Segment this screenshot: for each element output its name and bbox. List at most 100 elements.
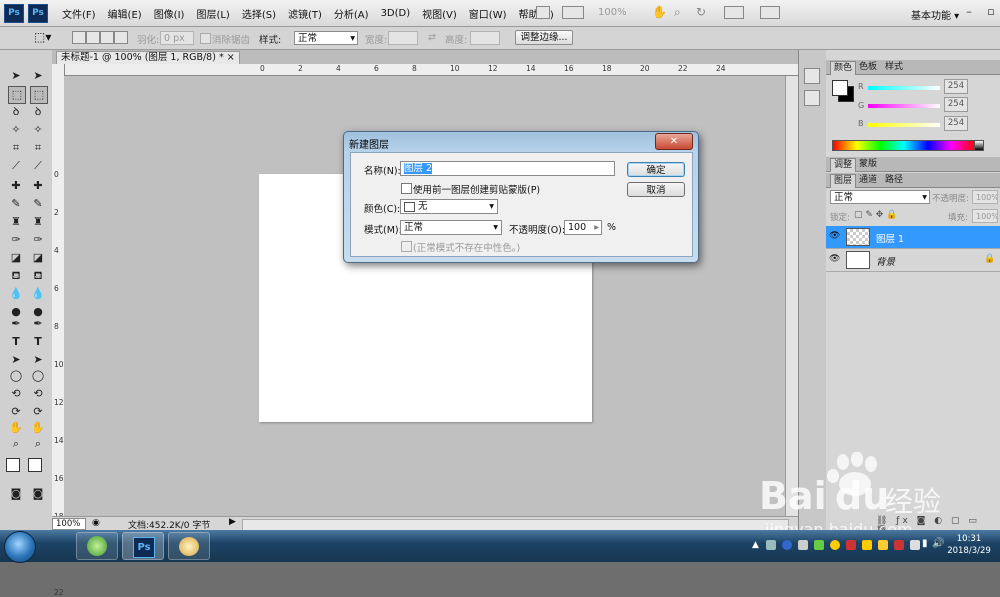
layer-name[interactable]: 图层 1 xyxy=(876,231,904,245)
layer-name[interactable]: 背景 xyxy=(876,254,895,268)
color-spectrum-bar[interactable] xyxy=(832,140,976,151)
foreground-color-swatch-alt[interactable] xyxy=(28,458,42,472)
hand-tool-icon[interactable]: ✋ xyxy=(8,420,24,436)
close-button[interactable]: ✕ xyxy=(655,133,693,150)
paint-bucket-tool-icon[interactable]: ⛾ xyxy=(8,268,24,284)
status-info-icon[interactable]: ◉ xyxy=(92,518,100,528)
3d-rotate-tool-icon[interactable]: ⟲ xyxy=(8,386,24,402)
hand-tool-alt-icon[interactable]: ✋ xyxy=(30,420,46,436)
photoshop-launch-button[interactable]: Ps xyxy=(28,4,48,23)
clipping-mask-checkbox[interactable] xyxy=(401,183,412,194)
taskbar-paint-button[interactable] xyxy=(168,532,210,560)
close-tab-icon[interactable]: × xyxy=(227,52,235,63)
tab-styles[interactable]: 样式 xyxy=(882,61,906,74)
eyedropper-tool-alt-icon[interactable]: ⟋ xyxy=(30,158,46,174)
type-tool-icon[interactable]: T xyxy=(8,334,24,350)
visibility-eye-icon[interactable]: 👁 xyxy=(829,231,840,241)
arrange-documents-icon[interactable] xyxy=(724,6,744,19)
ellipse-tool-icon[interactable]: ◯ xyxy=(8,368,24,384)
lock-icons[interactable]: ▢ ✎ ✥ 🔒 xyxy=(854,210,897,220)
hand-tool-icon[interactable]: ✋ xyxy=(652,5,667,19)
brush-tool-icon[interactable]: ✎ xyxy=(8,196,24,212)
tray-app-icon[interactable] xyxy=(814,540,824,550)
cancel-button[interactable]: 取消 xyxy=(627,182,685,197)
width-input[interactable] xyxy=(388,31,418,45)
lasso-tool-alt-icon[interactable]: ꝺ xyxy=(30,104,46,120)
paint-bucket-tool-alt-icon[interactable]: ⛾ xyxy=(30,268,46,284)
tray-keyboard-icon[interactable] xyxy=(766,540,776,550)
foreground-color-swatch[interactable] xyxy=(6,458,20,472)
history-brush-tool-alt-icon[interactable]: ✑ xyxy=(30,232,46,248)
add-selection-icon[interactable] xyxy=(86,31,100,44)
menu-item[interactable]: 文件(F) xyxy=(56,6,102,21)
menu-item[interactable]: 分析(A) xyxy=(328,6,375,21)
rotate-view-icon[interactable]: ↻ xyxy=(696,5,706,19)
rect-marquee-tool-icon[interactable]: ⬚ xyxy=(8,86,26,104)
b-slider[interactable] xyxy=(868,123,940,127)
menu-item[interactable]: 视图(V) xyxy=(416,6,463,21)
opacity-input[interactable]: 100% xyxy=(972,190,998,204)
tray-app-icon[interactable] xyxy=(798,540,808,550)
fill-input[interactable]: 100% xyxy=(972,209,998,223)
r-value[interactable]: 254 xyxy=(944,79,968,94)
zoom-level[interactable]: 100% xyxy=(598,7,627,18)
menu-item[interactable]: 图层(L) xyxy=(190,6,235,21)
tab-channels[interactable]: 通道 xyxy=(856,174,880,187)
document-tab[interactable]: 未标题-1 @ 100% (图层 1, RGB/8) * × xyxy=(56,51,240,64)
color-select[interactable]: 无 ▾ xyxy=(400,199,498,214)
eraser-tool-alt-icon[interactable]: ◪ xyxy=(30,250,46,266)
ellipse-tool-alt-icon[interactable]: ◯ xyxy=(30,368,46,384)
ok-button[interactable]: 确定 xyxy=(627,162,685,177)
3d-orbit-tool-icon[interactable]: ⟳ xyxy=(8,404,24,420)
minimize-icon[interactable]: – xyxy=(962,5,976,19)
mode-select[interactable]: 正常 ▾ xyxy=(400,220,502,235)
clone-stamp-tool-icon[interactable]: ♜ xyxy=(8,214,24,230)
path-selection-tool-alt-icon[interactable]: ➤ xyxy=(30,352,46,368)
magic-wand-tool-alt-icon[interactable]: ✧ xyxy=(30,122,46,138)
menu-item[interactable]: 选择(S) xyxy=(236,6,282,21)
history-brush-tool-icon[interactable]: ✑ xyxy=(8,232,24,248)
zoom-tool-icon[interactable]: ⌕ xyxy=(8,436,24,452)
blur-tool-icon[interactable]: 💧 xyxy=(8,286,24,302)
tray-network-icon[interactable]: ▮ xyxy=(922,538,928,549)
feather-input[interactable]: 0 px xyxy=(160,31,194,45)
move-tool-alt-icon[interactable]: ➤ xyxy=(30,68,46,84)
new-selection-icon[interactable] xyxy=(72,31,86,44)
tray-help-icon[interactable] xyxy=(782,540,792,550)
3d-rotate-tool-alt-icon[interactable]: ⟲ xyxy=(30,386,46,402)
layer-row-background[interactable]: 👁 背景 🔒 xyxy=(826,249,1000,272)
antialias-checkbox[interactable] xyxy=(200,33,211,44)
crop-tool-icon[interactable]: ⌗ xyxy=(8,140,24,156)
actions-panel-icon[interactable] xyxy=(804,90,820,106)
quick-mask-alt-icon[interactable]: ◙ xyxy=(30,486,46,502)
g-value[interactable]: 254 xyxy=(944,97,968,112)
3d-orbit-tool-alt-icon[interactable]: ⟳ xyxy=(30,404,46,420)
tab-masks[interactable]: 蒙版 xyxy=(856,158,880,171)
type-tool-alt-icon[interactable]: T xyxy=(30,334,46,350)
tray-app-icon[interactable] xyxy=(846,540,856,550)
blend-mode-select[interactable]: 正常 ▾ xyxy=(830,190,930,204)
magic-wand-tool-icon[interactable]: ✧ xyxy=(8,122,24,138)
tray-app-icon[interactable] xyxy=(894,540,904,550)
menu-item[interactable]: 图像(I) xyxy=(148,6,191,21)
status-menu-icon[interactable]: ▶ xyxy=(229,517,236,527)
crop-tool-alt-icon[interactable]: ⌗ xyxy=(30,140,46,156)
tab-adjustments[interactable]: 调整 xyxy=(830,158,857,172)
menu-item[interactable]: 滤镜(T) xyxy=(282,6,328,21)
b-value[interactable]: 254 xyxy=(944,116,968,131)
restore-icon[interactable]: ▫ xyxy=(984,5,998,19)
taskbar-photoshop-button[interactable]: Ps xyxy=(122,532,164,560)
refine-edge-button[interactable]: 调整边缘... xyxy=(515,30,573,45)
subtract-selection-icon[interactable] xyxy=(100,31,114,44)
tray-app-icon[interactable] xyxy=(878,540,888,550)
r-slider[interactable] xyxy=(868,86,940,90)
quick-mask-icon[interactable]: ◙ xyxy=(8,486,24,502)
move-tool-icon[interactable]: ➤ xyxy=(8,68,24,84)
clone-stamp-tool-alt-icon[interactable]: ♜ xyxy=(30,214,46,230)
tab-color[interactable]: 颜色 xyxy=(830,61,857,75)
brush-tool-alt-icon[interactable]: ✎ xyxy=(30,196,46,212)
tab-paths[interactable]: 路径 xyxy=(882,174,906,187)
visibility-eye-icon[interactable]: 👁 xyxy=(829,254,840,264)
workspace-switcher[interactable]: 基本功能 ▾ xyxy=(911,7,959,22)
height-input[interactable] xyxy=(470,31,500,45)
